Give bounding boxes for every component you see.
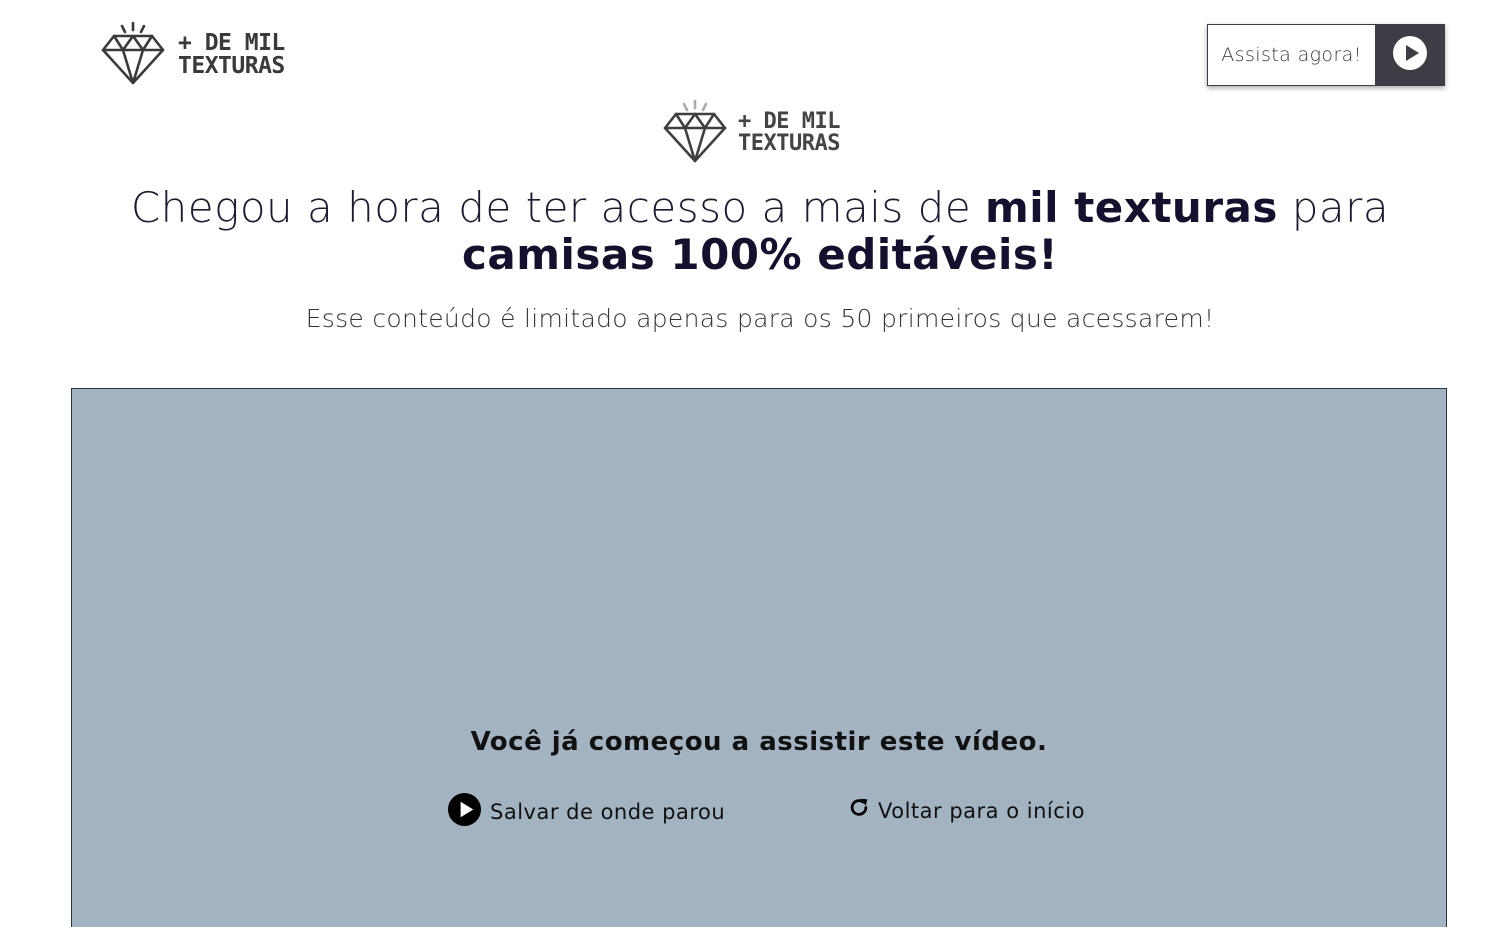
landing-page: + DE MIL TEXTURAS Assista agora! + DE MI…: [0, 0, 1506, 927]
headline-part-1: Chegou a hora de ter acesso a mais de: [130, 183, 986, 232]
play-circle-icon: [1392, 35, 1428, 75]
logo-wordmark: + DE MIL TEXTURAS: [738, 111, 840, 155]
play-circle-icon: [447, 792, 482, 832]
headline-bold-2: camisas 100% editáveis!: [461, 230, 1058, 279]
headline-bold-1: mil texturas: [985, 183, 1278, 232]
watch-now-button[interactable]: Assista agora!: [1207, 24, 1445, 86]
logo-line-1: + DE MIL: [738, 109, 840, 134]
hero-headline: Chegou a hora de ter acesso a mais de mi…: [70, 184, 1450, 278]
watch-now-label: Assista agora!: [1208, 25, 1375, 85]
video-player[interactable]: Você já começou a assistir este vídeo. S…: [71, 388, 1447, 927]
resume-prompt-title: Você já começou a assistir este vídeo.: [470, 727, 1048, 757]
logo-wordmark: + DE MIL TEXTURAS: [178, 32, 285, 78]
hero-subline: Esse conteúdo é limitado apenas para os …: [305, 304, 1215, 333]
diamond-icon: [662, 98, 728, 168]
logo-line-2: TEXTURAS: [738, 131, 840, 156]
resume-restart-button[interactable]: Voltar para o início: [848, 797, 1085, 824]
resume-restart-label: Voltar para o início: [878, 798, 1085, 823]
resume-save-label: Salvar de onde parou: [490, 800, 726, 824]
logo-line-2: TEXTURAS: [178, 53, 285, 79]
hero-logo: + DE MIL TEXTURAS: [662, 98, 840, 168]
header-logo[interactable]: + DE MIL TEXTURAS: [100, 20, 285, 90]
headline-part-2: para: [1277, 183, 1390, 232]
redo-icon: [848, 797, 870, 824]
watch-now-icon-box: [1375, 25, 1444, 85]
diamond-icon: [100, 20, 166, 90]
resume-save-button[interactable]: Salvar de onde parou: [447, 792, 725, 832]
logo-line-1: + DE MIL: [178, 30, 285, 56]
